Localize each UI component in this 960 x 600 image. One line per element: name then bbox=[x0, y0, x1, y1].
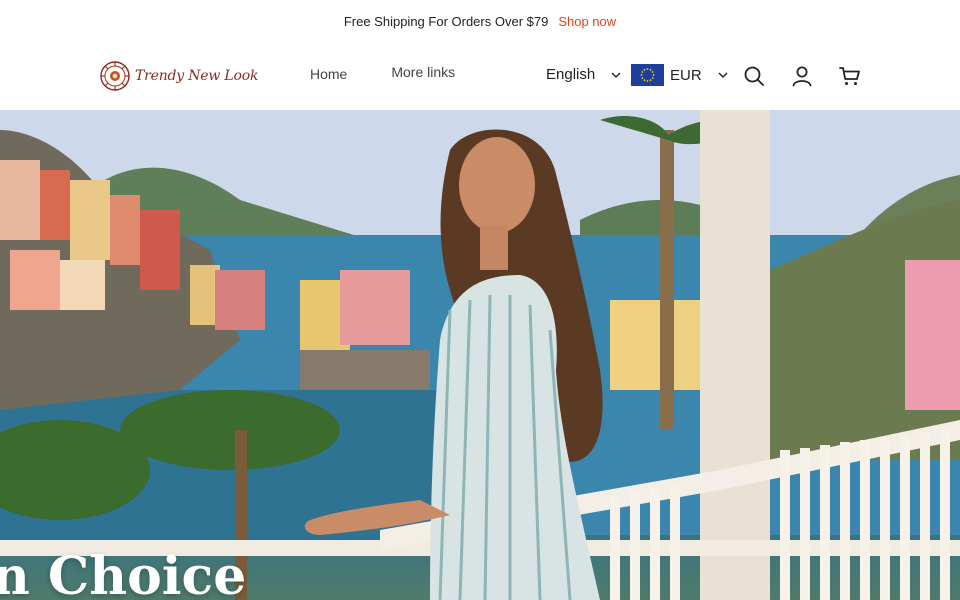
logo[interactable]: Trendy New Look bbox=[99, 59, 258, 93]
announcement-text: Free Shipping For Orders Over $79 bbox=[343, 13, 549, 29]
logo-mandala-icon bbox=[100, 61, 130, 91]
account-icon bbox=[792, 66, 812, 87]
cart-button[interactable] bbox=[838, 64, 862, 88]
announcement-bar: Free Shipping For Orders Over $79 Shop n… bbox=[0, 0, 960, 42]
chevron-down-icon bbox=[718, 72, 728, 78]
chevron-down-icon bbox=[611, 72, 621, 78]
search-button[interactable] bbox=[742, 64, 766, 88]
currency-label: EUR bbox=[670, 66, 702, 84]
shop-now-link[interactable]: Shop now bbox=[558, 14, 616, 29]
language-selector[interactable]: English bbox=[546, 66, 621, 83]
hero-title: n Choice bbox=[0, 546, 247, 600]
cart-icon bbox=[839, 67, 860, 85]
nav-home[interactable]: Home bbox=[310, 66, 347, 82]
eu-flag-icon bbox=[631, 64, 664, 86]
site-header: Trendy New Look Home More links English bbox=[0, 42, 960, 110]
language-label: English bbox=[546, 66, 596, 83]
hero-image bbox=[0, 110, 960, 600]
main-nav: Home More links bbox=[310, 64, 455, 82]
logo-text: Trendy New Look bbox=[135, 68, 259, 84]
search-icon bbox=[744, 66, 764, 86]
currency-selector[interactable]: EUR bbox=[631, 64, 728, 86]
nav-more-links[interactable]: More links bbox=[391, 64, 455, 82]
hero-banner[interactable]: n Choice bbox=[0, 110, 960, 600]
account-button[interactable] bbox=[790, 64, 814, 88]
